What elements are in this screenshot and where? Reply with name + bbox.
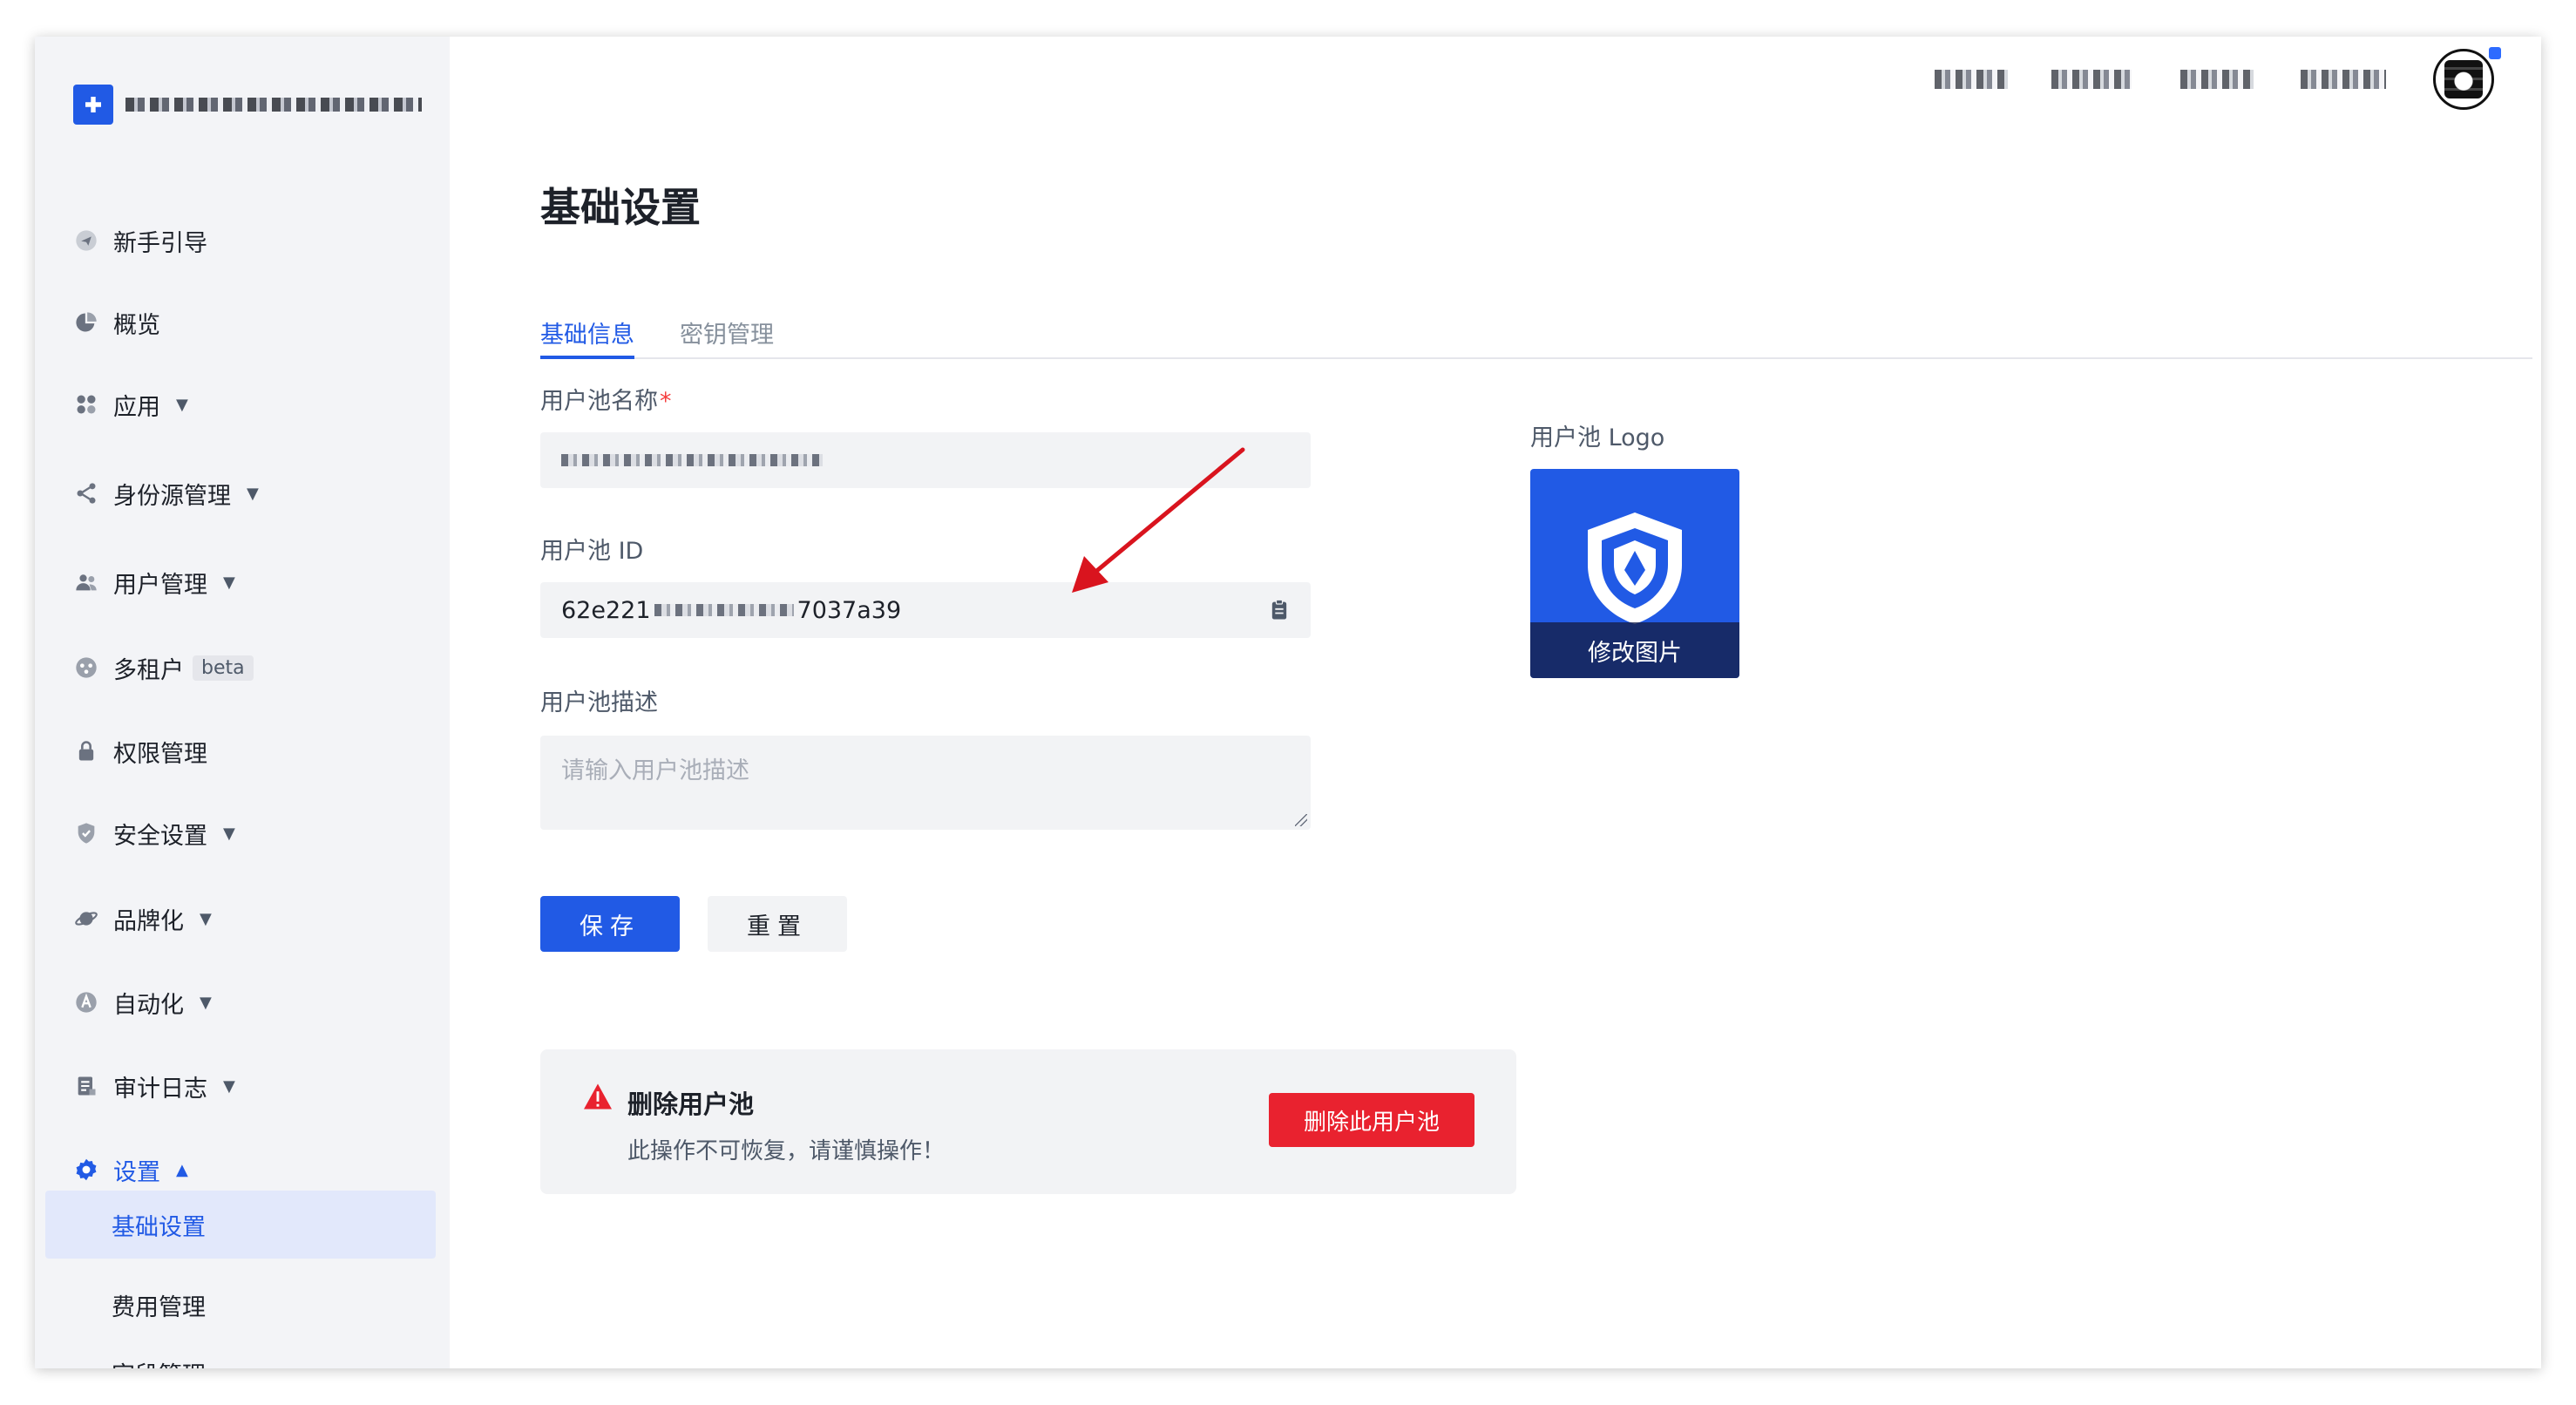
sidebar-item-label: 设置 [113, 1158, 160, 1186]
sidebar-subitem-fields[interactable]: 字段管理 [45, 1349, 436, 1368]
sidebar-subitem-billing[interactable]: 费用管理 [45, 1271, 436, 1339]
sidebar-subitem-label: 费用管理 [112, 1293, 206, 1321]
pool-id-value-end: 7037a39 [797, 596, 902, 624]
pool-name-value-redacted [561, 454, 823, 466]
sidebar-item-branding[interactable]: 品牌化 ▼ [73, 898, 212, 940]
required-mark: * [660, 388, 672, 415]
chevron-down-icon: ▼ [200, 993, 212, 1012]
app-window: 新手引导 概览 应用 ▼ 身份源管理 ▼ 用户管理 ▼ 多租户 beta 权限管… [35, 37, 2541, 1368]
save-button[interactable]: 保存 [540, 896, 680, 952]
chevron-down-icon: ▼ [176, 395, 188, 414]
lock-icon [73, 738, 99, 764]
pool-name-label-text: 用户池名称 [540, 388, 658, 415]
page-title: 基础设置 [540, 184, 701, 231]
sidebar-item-label: 身份源管理 [113, 482, 231, 510]
sidebar-subitem-label: 字段管理 [112, 1356, 206, 1368]
sidebar: 新手引导 概览 应用 ▼ 身份源管理 ▼ 用户管理 ▼ 多租户 beta 权限管… [35, 37, 450, 1368]
sidebar-item-label: 应用 [113, 393, 160, 421]
chevron-down-icon: ▼ [223, 824, 235, 843]
sidebar-subitem-label: 基础设置 [112, 1213, 206, 1241]
sidebar-item-apps[interactable]: 应用 ▼ [73, 383, 188, 425]
sidebar-item-audit-log[interactable]: 审计日志 ▼ [73, 1065, 235, 1107]
tenant-icon [73, 655, 99, 681]
shield-logo-icon [1588, 512, 1682, 624]
sidebar-item-label: 审计日志 [113, 1075, 207, 1103]
sidebar-item-label: 用户管理 [113, 571, 207, 599]
main-content: 基础设置 基础信息 密钥管理 用户池名称* 用户池 ID 62e221 7037… [450, 37, 2541, 1368]
copy-icon[interactable] [1267, 598, 1291, 622]
sidebar-item-onboarding[interactable]: 新手引导 [73, 220, 207, 261]
danger-zone-card: 删除用户池 此操作不可恢复，请谨慎操作！ 删除此用户池 [540, 1049, 1516, 1194]
pool-desc-textarea[interactable]: 请输入用户池描述 [540, 736, 1311, 830]
sidebar-item-label: 品牌化 [113, 907, 184, 935]
brand-logo-icon [73, 85, 113, 125]
sidebar-item-tenant[interactable]: 多租户 beta [73, 647, 254, 689]
beta-badge: beta [193, 655, 254, 681]
log-icon [73, 1073, 99, 1099]
danger-description: 此操作不可恢复，请谨慎操作！ [627, 1138, 946, 1164]
pool-id-label: 用户池 ID [540, 538, 644, 565]
sidebar-item-label: 多租户 [113, 656, 184, 684]
brand[interactable] [73, 85, 422, 125]
sidebar-item-settings[interactable]: 设置 ▲ [73, 1149, 188, 1191]
pool-id-value-start: 62e221 [561, 596, 651, 624]
sidebar-item-overview[interactable]: 概览 [73, 302, 160, 343]
sidebar-item-label: 权限管理 [113, 740, 207, 768]
change-image-button[interactable]: 修改图片 [1530, 622, 1739, 678]
pool-desc-placeholder: 请输入用户池描述 [561, 757, 749, 784]
sidebar-item-users[interactable]: 用户管理 ▼ [73, 561, 235, 603]
sidebar-item-identity-source[interactable]: 身份源管理 ▼ [73, 472, 259, 514]
shield-icon [73, 820, 99, 846]
send-icon [73, 227, 99, 254]
annotation-arrow-icon [1072, 447, 1245, 593]
users-icon [73, 569, 99, 595]
danger-title: 删除用户池 [627, 1089, 755, 1119]
brand-name-redacted [125, 98, 422, 112]
pie-chart-icon [73, 309, 99, 336]
share-icon [73, 480, 99, 506]
pool-logo-upload[interactable]: 修改图片 [1530, 469, 1739, 678]
tab-bar: 基础信息 密钥管理 [540, 295, 2532, 359]
automation-icon [73, 989, 99, 1015]
sidebar-item-label: 安全设置 [113, 822, 207, 850]
chevron-up-icon: ▲ [176, 1160, 188, 1179]
sidebar-item-security[interactable]: 安全设置 ▼ [73, 812, 235, 854]
pool-desc-label: 用户池描述 [540, 689, 658, 716]
chevron-down-icon: ▼ [223, 573, 235, 592]
chevron-down-icon: ▼ [223, 1076, 235, 1096]
gear-icon [73, 1157, 99, 1183]
sidebar-item-label: 自动化 [113, 991, 184, 1019]
chevron-down-icon: ▼ [200, 909, 212, 928]
sidebar-item-label: 概览 [113, 311, 160, 339]
sidebar-item-label: 新手引导 [113, 229, 207, 257]
sidebar-item-permissions[interactable]: 权限管理 [73, 730, 207, 772]
chevron-down-icon: ▼ [247, 484, 259, 503]
resize-handle-icon[interactable] [1295, 814, 1307, 826]
delete-pool-button[interactable]: 删除此用户池 [1269, 1093, 1474, 1147]
apps-icon [73, 391, 99, 417]
sidebar-item-automation[interactable]: 自动化 ▼ [73, 981, 212, 1023]
pool-name-label: 用户池名称* [540, 382, 672, 416]
sidebar-subitem-basic-settings[interactable]: 基础设置 [45, 1191, 436, 1259]
tab-key-management[interactable]: 密钥管理 [680, 316, 774, 350]
pool-logo-label: 用户池 Logo [1530, 424, 1665, 451]
warning-icon [584, 1083, 612, 1110]
tab-basic-info[interactable]: 基础信息 [540, 316, 634, 359]
reset-button[interactable]: 重置 [708, 896, 847, 952]
planet-icon [73, 906, 99, 932]
pool-id-value-redacted [654, 604, 794, 616]
